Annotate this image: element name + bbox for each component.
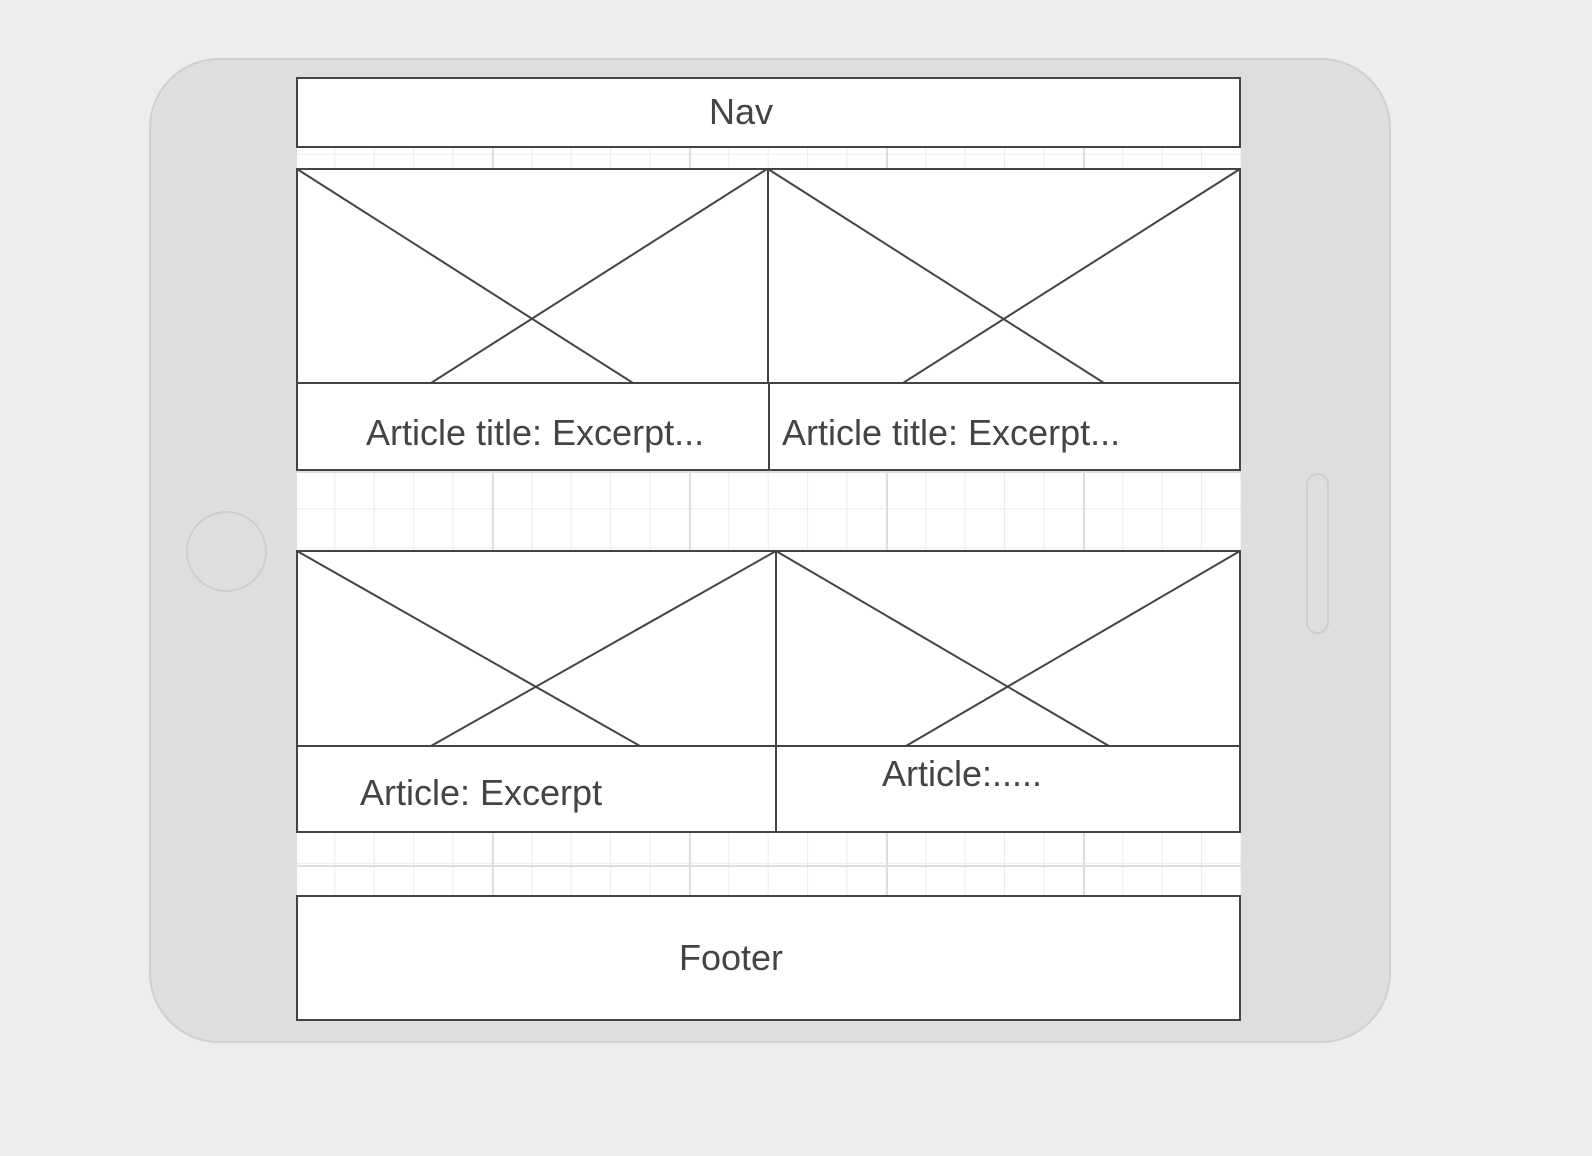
article-caption-2: Article title: Excerpt... <box>782 412 1121 453</box>
article-image-4 <box>775 550 1241 747</box>
side-button[interactable] <box>1306 473 1329 634</box>
nav-label: Nav <box>709 91 774 132</box>
article-caption-1: Article title: Excerpt... <box>366 412 705 453</box>
article-caption-4: Article:..... <box>882 753 1043 794</box>
article-image-1 <box>296 168 769 384</box>
article-image-2 <box>767 168 1241 384</box>
home-button[interactable] <box>186 511 267 592</box>
article-caption-3: Article: Excerpt <box>360 772 603 813</box>
footer-label: Footer <box>679 937 784 978</box>
article-image-3 <box>296 550 777 747</box>
